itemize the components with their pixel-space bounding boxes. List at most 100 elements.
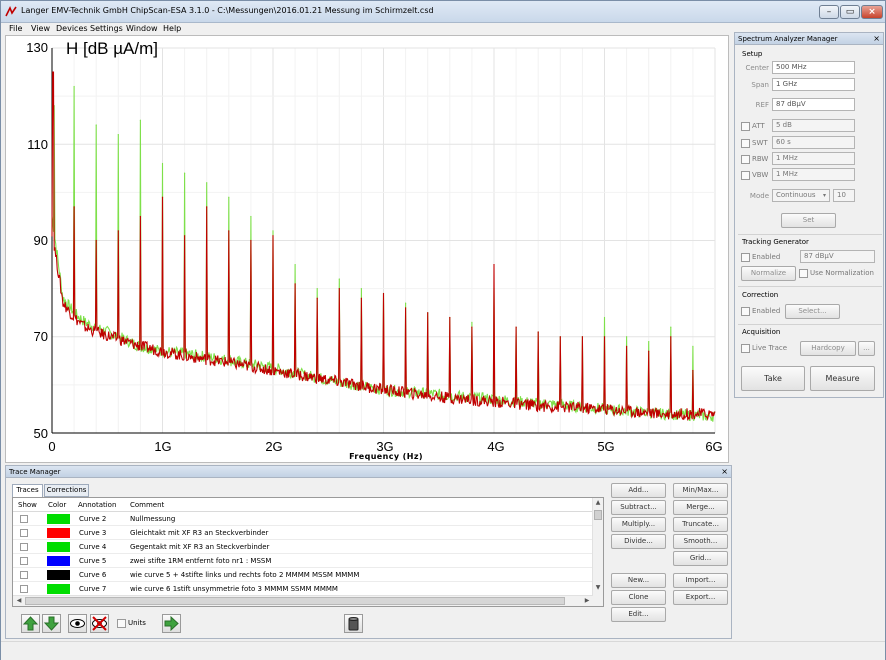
select-correction-button[interactable]: Select...	[785, 304, 840, 319]
scroll-up-icon[interactable]: ▲	[593, 499, 603, 506]
sa-panel-title-text: Spectrum Analyzer Manager	[738, 35, 838, 43]
color-swatch[interactable]	[47, 542, 70, 552]
move-down-button[interactable]	[42, 614, 61, 633]
trace-action-button[interactable]: Truncate...	[673, 517, 728, 532]
color-swatch[interactable]	[47, 528, 70, 538]
delete-button[interactable]	[344, 614, 363, 633]
sa-close-icon[interactable]: ×	[873, 33, 880, 45]
hide-all-button[interactable]	[90, 614, 109, 633]
minimize-button[interactable]: –	[819, 5, 839, 19]
scroll-left-icon[interactable]: ◀	[15, 597, 23, 604]
att-field[interactable]: 5 dB	[772, 119, 855, 132]
rbw-field[interactable]: 1 MHz	[772, 152, 855, 165]
tab-corrections[interactable]: Corrections	[44, 484, 89, 497]
hardcopy-options-button[interactable]: ...	[858, 341, 875, 356]
tab-traces[interactable]: Traces	[12, 484, 43, 498]
ref-field[interactable]: 87 dBµV	[772, 98, 855, 111]
trace-action-button[interactable]: Merge...	[673, 500, 728, 515]
x-tick-label: 5G	[597, 439, 615, 454]
trace-action-button[interactable]: Smooth...	[673, 534, 728, 549]
color-swatch[interactable]	[47, 556, 70, 566]
color-swatch[interactable]	[47, 584, 70, 594]
show-checkbox[interactable]	[20, 557, 28, 565]
show-checkbox[interactable]	[20, 585, 28, 593]
table-row[interactable]: Curve 7 wie curve 6 1stift unsymmetrie fo…	[13, 582, 593, 596]
trace-action-button[interactable]: Import...	[673, 573, 728, 588]
trace-peak-point	[95, 124, 97, 126]
vbw-field[interactable]: 1 MHz	[772, 168, 855, 181]
horizontal-scroll-thumb[interactable]	[25, 597, 565, 605]
trace-action-button[interactable]: Edit...	[611, 607, 666, 622]
chevron-down-icon: ▾	[822, 192, 826, 199]
color-swatch[interactable]	[47, 514, 70, 524]
show-checkbox[interactable]	[20, 571, 28, 579]
table-row[interactable]: Curve 2 Nullmessung	[13, 512, 593, 526]
trace-peak-point	[405, 302, 407, 304]
correction-enabled-checkbox[interactable]	[741, 307, 750, 316]
set-button[interactable]: Set	[781, 213, 836, 228]
menu-devices[interactable]: Devices	[56, 24, 88, 33]
vertical-scrollbar[interactable]: ▲ ▼	[592, 498, 603, 606]
table-row[interactable]: Curve 5 zwei stifte 1RM entfernt foto nr1…	[13, 554, 593, 568]
live-trace-checkbox[interactable]	[741, 344, 750, 353]
normalize-button[interactable]: Normalize	[741, 266, 796, 281]
swt-checkbox[interactable]	[741, 139, 750, 148]
mode-count-field[interactable]: 10	[833, 189, 855, 202]
color-swatch[interactable]	[47, 570, 70, 580]
y-axis-title: H [dB µA/m]	[66, 39, 158, 58]
trace-action-button[interactable]: Add...	[611, 483, 666, 498]
tm-close-icon[interactable]: ×	[721, 466, 728, 478]
trace-peak-point	[515, 326, 517, 328]
y-tick-label: 110	[27, 137, 48, 152]
trace-peak-point	[139, 215, 141, 218]
units-checkbox[interactable]	[117, 619, 126, 628]
menu-settings[interactable]: Settings	[90, 24, 123, 33]
table-row[interactable]: Curve 3 Gleichtakt mit XF R3 an Steckverb…	[13, 526, 593, 540]
trace-action-button[interactable]: Grid...	[673, 551, 728, 566]
trace-peak-point	[272, 230, 274, 232]
move-up-button[interactable]	[21, 614, 40, 633]
measure-button[interactable]: Measure	[810, 366, 875, 391]
trace-action-button[interactable]: Export...	[673, 590, 728, 605]
y-tick-label: 130	[26, 40, 48, 55]
horizontal-scrollbar[interactable]: ◀ ▶	[13, 595, 593, 606]
trace-peak-point	[471, 326, 473, 328]
tg-level-field[interactable]: 87 dBµV	[800, 250, 875, 263]
trace-action-button[interactable]: Min/Max...	[673, 483, 728, 498]
mode-select[interactable]: Continuous ▾	[772, 189, 830, 202]
table-row[interactable]: Curve 4 Gegentakt mit XF R3 an Steckverbi…	[13, 540, 593, 554]
maximize-button[interactable]: ▭	[840, 5, 860, 19]
close-window-button[interactable]: ×	[861, 5, 883, 19]
swt-field[interactable]: 60 s	[772, 136, 855, 149]
show-all-button[interactable]	[68, 614, 87, 633]
trace-peak-point	[316, 297, 318, 299]
show-checkbox[interactable]	[20, 515, 28, 523]
trace-action-button[interactable]: New...	[611, 573, 666, 588]
trace-action-button[interactable]: Clone	[611, 590, 666, 605]
trace-action-button[interactable]: Subtract...	[611, 500, 666, 515]
menu-view[interactable]: View	[31, 24, 50, 33]
scroll-right-icon[interactable]: ▶	[583, 597, 591, 604]
show-checkbox[interactable]	[20, 529, 28, 537]
scroll-down-icon[interactable]: ▼	[593, 584, 603, 591]
comment-cell: Gleichtakt mit XF R3 an Steckverbinder	[130, 529, 269, 537]
rbw-checkbox[interactable]	[741, 155, 750, 164]
tg-enabled-checkbox[interactable]	[741, 253, 750, 262]
hardcopy-button[interactable]: Hardcopy	[800, 341, 856, 356]
menu-window[interactable]: Window	[126, 24, 158, 33]
vbw-checkbox[interactable]	[741, 171, 750, 180]
show-checkbox[interactable]	[20, 543, 28, 551]
trace-action-button[interactable]: Multiply...	[611, 517, 666, 532]
take-button[interactable]: Take	[741, 366, 805, 391]
use-normalization-checkbox[interactable]	[799, 269, 808, 278]
apply-button[interactable]	[162, 614, 181, 633]
att-checkbox[interactable]	[741, 122, 750, 131]
menu-file[interactable]: File	[9, 24, 22, 33]
table-row[interactable]: Curve 6 wie curve 5 + 4stifte links und r…	[13, 568, 593, 582]
trace-action-button[interactable]: Divide...	[611, 534, 666, 549]
vertical-scroll-thumb[interactable]	[594, 510, 602, 520]
menu-help[interactable]: Help	[163, 24, 181, 33]
spectrum-graph[interactable]: H [dB µA/m] 130 110 90 70 50 0 1G 2G 3G …	[5, 35, 729, 463]
span-field[interactable]: 1 GHz	[772, 78, 855, 91]
center-field[interactable]: 500 MHz	[772, 61, 855, 74]
